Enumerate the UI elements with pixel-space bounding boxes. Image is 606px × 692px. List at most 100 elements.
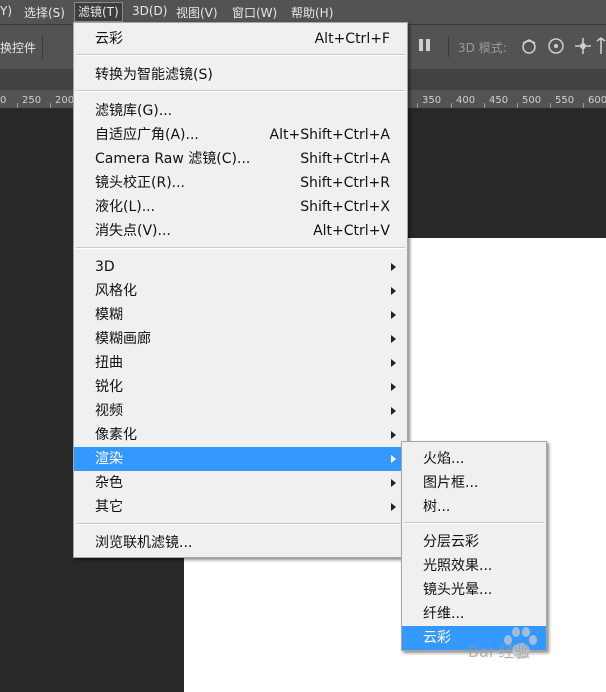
menu-item-label: 图片框... bbox=[423, 475, 479, 491]
menu-help[interactable]: 帮助(H) bbox=[291, 4, 333, 21]
menu-item-blur[interactable]: 模糊 bbox=[74, 303, 407, 327]
ruler-tick bbox=[517, 103, 518, 108]
menu-item-label: 消失点(V)... bbox=[95, 223, 171, 239]
menu-item-sharpen[interactable]: 锐化 bbox=[74, 375, 407, 399]
menu-item-label: 转换为智能滤镜(S) bbox=[95, 67, 213, 83]
menu-item-other[interactable]: 其它 bbox=[74, 495, 407, 519]
menu-item-browse-online-filters[interactable]: 浏览联机滤镜... bbox=[74, 531, 407, 555]
menu-item-camera-raw[interactable]: Camera Raw 滤镜(C)... Shift+Ctrl+A bbox=[74, 147, 407, 171]
filter-menu: 云彩 Alt+Ctrl+F 转换为智能滤镜(S) 滤镜库(G)... 自适应广角… bbox=[73, 22, 408, 558]
menu-item-label: 液化(L)... bbox=[95, 199, 156, 215]
menu-item-label: 浏览联机滤镜... bbox=[95, 535, 193, 551]
menu-item-shortcut: Alt+Ctrl+V bbox=[313, 223, 390, 239]
menu-item-label: 扭曲 bbox=[95, 355, 123, 371]
menu-bar: Y) 选择(S) 滤镜(T) 3D(D) 视图(V) 窗口(W) 帮助(H) bbox=[0, 0, 606, 24]
submenu-item-flame[interactable]: 火焰... bbox=[402, 447, 546, 471]
divider bbox=[448, 37, 449, 57]
menu-item-label: 3D bbox=[95, 259, 115, 275]
submenu-arrow-icon bbox=[391, 311, 396, 319]
menu-item-label: Camera Raw 滤镜(C)... bbox=[95, 151, 251, 167]
menu-item-3d[interactable]: 3D bbox=[74, 255, 407, 279]
submenu-arrow-icon bbox=[391, 455, 396, 463]
drag-3d-icon[interactable] bbox=[574, 37, 592, 58]
ruler-label: 0 bbox=[0, 95, 7, 106]
menu-view[interactable]: 视图(V) bbox=[176, 4, 218, 21]
render-submenu: 火焰... 图片框... 树... 分层云彩 光照效果... 镜头光晕... 纤… bbox=[401, 441, 547, 651]
menu-item-shortcut: Alt+Shift+Ctrl+A bbox=[269, 127, 390, 143]
ruler-tick bbox=[550, 103, 551, 108]
ruler-tick bbox=[417, 103, 418, 108]
menu-item-stylize[interactable]: 风格化 bbox=[74, 279, 407, 303]
distribute-icon[interactable] bbox=[418, 37, 432, 53]
menu-item-label: 树... bbox=[423, 499, 451, 515]
menu-separator bbox=[76, 90, 405, 92]
menu-item-label: 风格化 bbox=[95, 283, 137, 299]
submenu-item-lens-flare[interactable]: 镜头光晕... bbox=[402, 578, 546, 602]
menu-item-video[interactable]: 视频 bbox=[74, 399, 407, 423]
submenu-arrow-icon bbox=[391, 359, 396, 367]
menu-item-label: 纤维... bbox=[423, 606, 465, 622]
menu-item-label: 滤镜库(G)... bbox=[95, 103, 173, 119]
ruler-label: 550 bbox=[555, 95, 575, 106]
menu-item-label: 镜头光晕... bbox=[423, 582, 493, 598]
3d-mode-label: 3D 模式: bbox=[458, 41, 507, 55]
menu-item-last-filter[interactable]: 云彩 Alt+Ctrl+F bbox=[74, 27, 407, 51]
menu-item-label: 杂色 bbox=[95, 475, 123, 491]
menu-item-blur-gallery[interactable]: 模糊画廊 bbox=[74, 327, 407, 351]
menu-separator bbox=[76, 523, 405, 525]
menu-item-lens-correction[interactable]: 镜头校正(R)... Shift+Ctrl+R bbox=[74, 171, 407, 195]
roll-3d-icon[interactable] bbox=[546, 37, 566, 58]
menu-separator bbox=[76, 54, 405, 56]
ruler-label: 400 bbox=[456, 95, 476, 106]
submenu-arrow-icon bbox=[391, 407, 396, 415]
ruler-tick bbox=[50, 103, 51, 108]
menu-item-label: 模糊 bbox=[95, 307, 123, 323]
ruler-tick bbox=[583, 103, 584, 108]
menu-item-label: 锐化 bbox=[95, 379, 123, 395]
menu-item-liquify[interactable]: 液化(L)... Shift+Ctrl+X bbox=[74, 195, 407, 219]
menu-item-distort[interactable]: 扭曲 bbox=[74, 351, 407, 375]
menu-item-noise[interactable]: 杂色 bbox=[74, 471, 407, 495]
menu-item-render[interactable]: 渲染 bbox=[74, 447, 407, 471]
menu-image[interactable]: Y) bbox=[0, 4, 12, 18]
rotate-3d-icon[interactable] bbox=[520, 37, 540, 58]
slide-3d-icon[interactable] bbox=[596, 37, 606, 58]
menu-window[interactable]: 窗口(W) bbox=[232, 4, 277, 21]
ruler-tick bbox=[17, 103, 18, 108]
menu-select[interactable]: 选择(S) bbox=[24, 4, 65, 21]
menu-3d[interactable]: 3D(D) bbox=[132, 4, 167, 18]
menu-item-convert-smart-filter[interactable]: 转换为智能滤镜(S) bbox=[74, 63, 407, 87]
submenu-item-difference-clouds[interactable]: 分层云彩 bbox=[402, 530, 546, 554]
menu-filter[interactable]: 滤镜(T) bbox=[74, 2, 123, 22]
menu-item-adaptive-wide-angle[interactable]: 自适应广角(A)... Alt+Shift+Ctrl+A bbox=[74, 123, 407, 147]
submenu-item-fibers[interactable]: 纤维... bbox=[402, 602, 546, 626]
menu-item-vanishing-point[interactable]: 消失点(V)... Alt+Ctrl+V bbox=[74, 219, 407, 243]
submenu-arrow-icon bbox=[391, 431, 396, 439]
ruler-tick bbox=[484, 103, 485, 108]
ruler-tick bbox=[451, 103, 452, 108]
divider bbox=[42, 35, 43, 59]
menu-item-shortcut: Alt+Ctrl+F bbox=[314, 31, 390, 47]
menu-item-label: 光照效果... bbox=[423, 558, 493, 574]
menu-item-label: 火焰... bbox=[423, 451, 465, 467]
ruler-label: 200 bbox=[55, 95, 75, 106]
ruler-label: 350 bbox=[422, 95, 442, 106]
menu-item-shortcut: Shift+Ctrl+A bbox=[300, 151, 390, 167]
menu-item-label: 云彩 bbox=[95, 31, 123, 47]
menu-item-filter-gallery[interactable]: 滤镜库(G)... bbox=[74, 99, 407, 123]
submenu-item-lighting-effects[interactable]: 光照效果... bbox=[402, 554, 546, 578]
menu-separator bbox=[76, 247, 405, 249]
submenu-arrow-icon bbox=[391, 263, 396, 271]
menu-item-label: 镜头校正(R)... bbox=[95, 175, 186, 191]
menu-item-label: 渲染 bbox=[95, 451, 123, 467]
submenu-item-picture-frame[interactable]: 图片框... bbox=[402, 471, 546, 495]
transform-controls-label[interactable]: 换控件 bbox=[0, 39, 36, 56]
submenu-arrow-icon bbox=[391, 479, 396, 487]
submenu-arrow-icon bbox=[391, 287, 396, 295]
ruler-label: 250 bbox=[22, 95, 42, 106]
menu-item-label: 像素化 bbox=[95, 427, 137, 443]
menu-item-pixelate[interactable]: 像素化 bbox=[74, 423, 407, 447]
ruler-label: 450 bbox=[489, 95, 509, 106]
menu-item-label: 其它 bbox=[95, 499, 123, 515]
submenu-item-tree[interactable]: 树... bbox=[402, 495, 546, 519]
